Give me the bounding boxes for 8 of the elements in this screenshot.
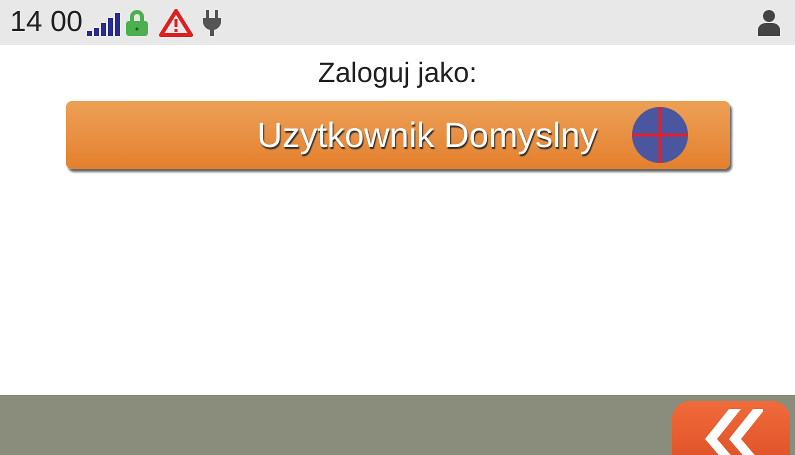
plug-icon <box>202 8 221 36</box>
person-icon <box>757 10 781 36</box>
warning-icon <box>158 8 193 36</box>
lock-icon <box>124 8 149 36</box>
globe-icon <box>632 107 688 163</box>
clock-time: 14 00 <box>10 8 83 37</box>
prompt-text: Zaloguj jako: <box>318 59 477 87</box>
user-button[interactable]: Uzytkownik Domyslny <box>66 101 730 169</box>
